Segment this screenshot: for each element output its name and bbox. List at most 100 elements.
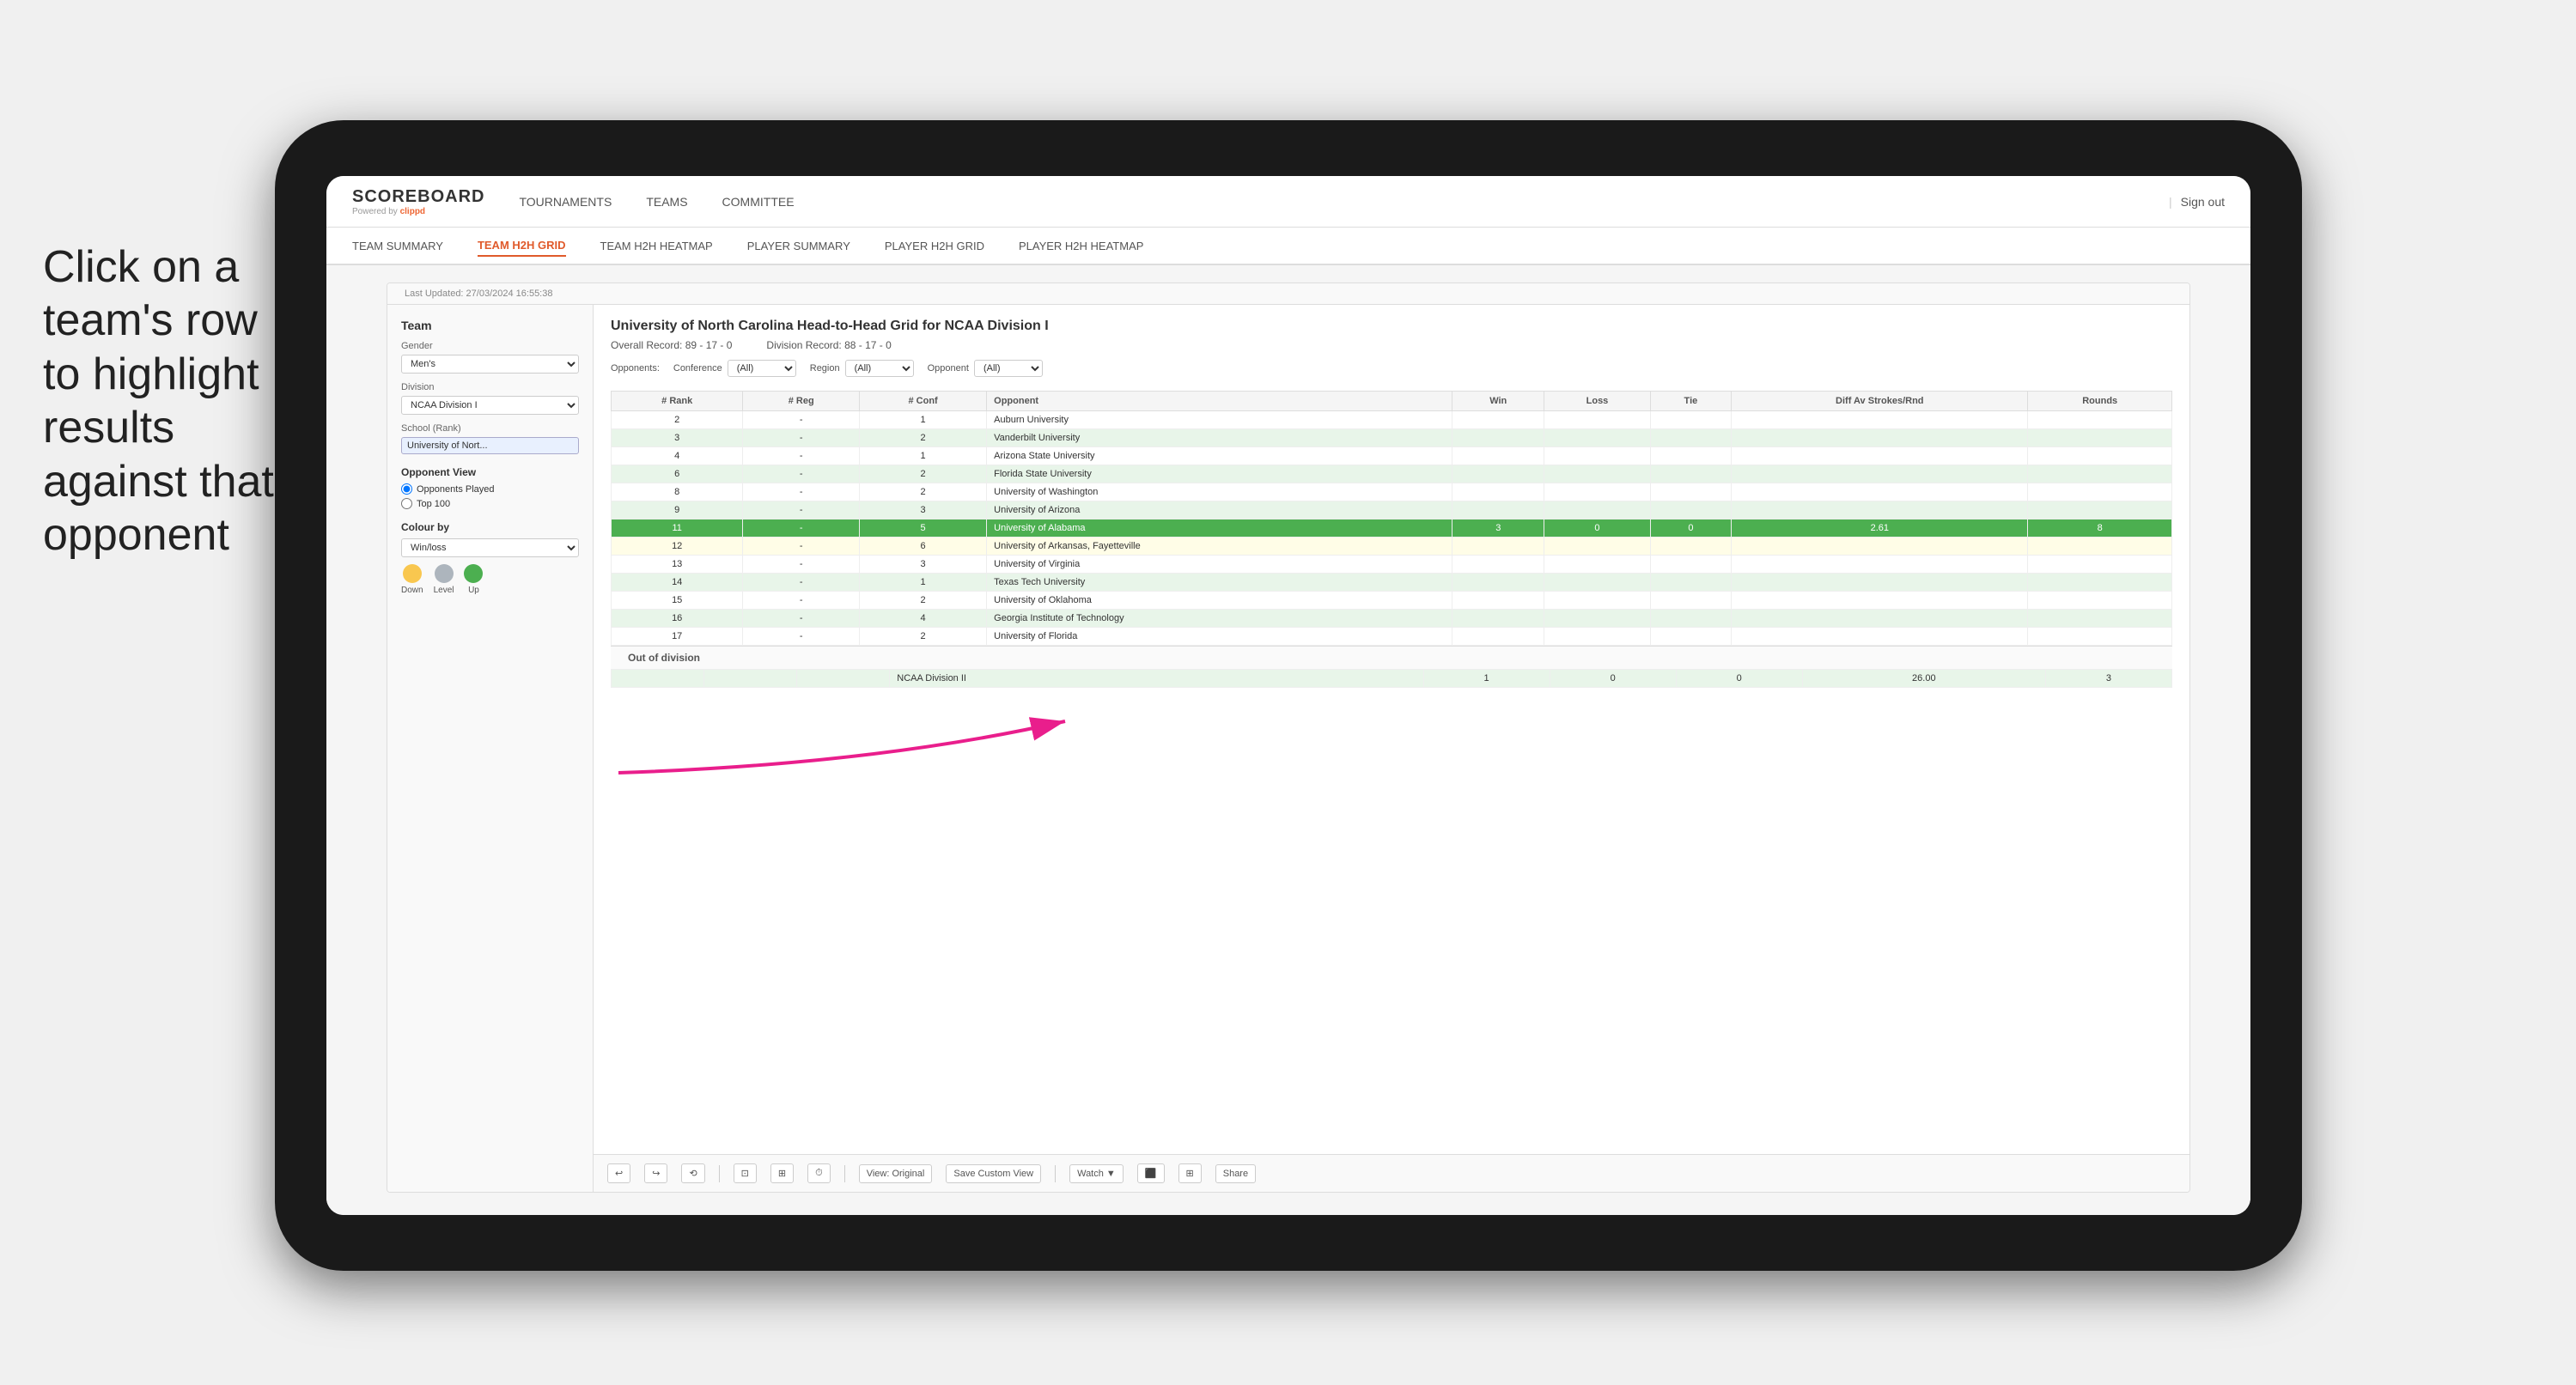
division-select[interactable]: NCAA Division I — [401, 396, 579, 415]
cell-conf: 2 — [860, 483, 987, 501]
conference-filter-label: Conference — [673, 363, 722, 374]
table-row[interactable]: 8-2University of Washington — [612, 483, 2172, 501]
table-row[interactable]: 3-2Vanderbilt University — [612, 429, 2172, 447]
cell-win — [1452, 501, 1544, 519]
overall-record: Overall Record: 89 - 17 - 0 — [611, 339, 732, 351]
toolbar-grid[interactable]: ⊞ — [770, 1163, 794, 1183]
toolbar-undo[interactable]: ↩ — [607, 1163, 630, 1183]
sub-nav-team-summary[interactable]: TEAM SUMMARY — [352, 236, 443, 256]
cell-win — [1452, 628, 1544, 646]
toolbar-sep1 — [719, 1165, 720, 1182]
sub-nav-team-h2h-grid[interactable]: TEAM H2H GRID — [478, 235, 566, 257]
sub-nav-player-h2h-heatmap[interactable]: PLAYER H2H HEATMAP — [1019, 236, 1143, 256]
cell-opponent: Texas Tech University — [987, 574, 1452, 592]
cell-tie — [1650, 592, 1732, 610]
toolbar-back[interactable]: ⟲ — [681, 1163, 704, 1183]
opponent-filter-select[interactable]: (All) — [974, 360, 1043, 377]
out-of-division-row[interactable]: NCAA Division II 1 0 0 26.00 3 — [612, 670, 2172, 688]
table-row[interactable]: 17-2University of Florida — [612, 628, 2172, 646]
cell-conf: 3 — [860, 501, 987, 519]
toolbar-save-custom[interactable]: Save Custom View — [946, 1164, 1041, 1183]
table-row[interactable]: 15-2University of Oklahoma — [612, 592, 2172, 610]
bottom-toolbar: ↩ ↪ ⟲ ⊡ ⊞ ⏱ View: Original Save Custom V… — [594, 1154, 2189, 1192]
gender-select[interactable]: Men's — [401, 355, 579, 374]
cell-conf: 3 — [860, 556, 987, 574]
table-row[interactable]: 6-2Florida State University — [612, 465, 2172, 483]
nav-committee[interactable]: COMMITTEE — [722, 191, 795, 212]
out-of-division-body: NCAA Division II 1 0 0 26.00 3 — [612, 670, 2172, 688]
cell-win — [1452, 483, 1544, 501]
table-row[interactable]: 13-3University of Virginia — [612, 556, 2172, 574]
cell-loss — [1544, 501, 1650, 519]
cell-diff — [1732, 592, 2028, 610]
table-row[interactable]: 9-3University of Arizona — [612, 501, 2172, 519]
region-filter-select[interactable]: (All) — [845, 360, 914, 377]
opponents-filter-label: Opponents: — [611, 363, 660, 374]
radio-top100[interactable]: Top 100 — [401, 498, 579, 509]
cell-rounds — [2028, 610, 2172, 628]
instruction-text: Click on a team's row to highlight resul… — [43, 240, 283, 562]
toolbar-refresh[interactable]: ⊡ — [734, 1163, 757, 1183]
cell-conf: 5 — [860, 519, 987, 538]
cell-rounds — [2028, 556, 2172, 574]
sub-nav-player-summary[interactable]: PLAYER SUMMARY — [747, 236, 850, 256]
conference-filter-select[interactable]: (All) — [728, 360, 796, 377]
out-of-division-table: NCAA Division II 1 0 0 26.00 3 — [611, 669, 2172, 688]
table-row[interactable]: 12-6University of Arkansas, Fayetteville — [612, 538, 2172, 556]
cell-reg: - — [743, 610, 860, 628]
tablet-screen: SCOREBOARD Powered by clippd TOURNAMENTS… — [326, 176, 2250, 1215]
toolbar-share[interactable]: Share — [1215, 1164, 1256, 1183]
toolbar-clock[interactable]: ⏱ — [807, 1163, 831, 1183]
logo-scoreboard: SCOREBOARD — [352, 187, 484, 207]
cell-conf: 2 — [860, 429, 987, 447]
sub-nav-player-h2h-grid[interactable]: PLAYER H2H GRID — [885, 236, 984, 256]
sign-out-button[interactable]: Sign out — [2181, 195, 2225, 209]
cell-rounds — [2028, 538, 2172, 556]
cell-rounds — [2028, 465, 2172, 483]
cell-diff — [1732, 556, 2028, 574]
table-row[interactable]: 11-5University of Alabama3002.618 — [612, 519, 2172, 538]
toolbar-icon1[interactable]: ⬛ — [1137, 1163, 1165, 1183]
radio-opponents-played[interactable]: Opponents Played — [401, 483, 579, 495]
nav-teams[interactable]: TEAMS — [646, 191, 687, 212]
toolbar-view-original[interactable]: View: Original — [859, 1164, 933, 1183]
cell-rank: 14 — [612, 574, 743, 592]
division-record: Division Record: 88 - 17 - 0 — [766, 339, 891, 351]
sub-nav-team-h2h-heatmap[interactable]: TEAM H2H HEATMAP — [600, 236, 713, 256]
cell-rank: 13 — [612, 556, 743, 574]
cell-rank: 4 — [612, 447, 743, 465]
legend-up: Up — [464, 564, 483, 595]
records-row: Overall Record: 89 - 17 - 0 Division Rec… — [611, 339, 2172, 351]
cell-win — [1452, 574, 1544, 592]
col-diff: Diff Av Strokes/Rnd — [1732, 392, 2028, 411]
cell-rank: 6 — [612, 465, 743, 483]
last-updated-bar: Last Updated: 27/03/2024 16:55:38 — [387, 283, 2189, 305]
cell-loss — [1544, 574, 1650, 592]
toolbar-watch[interactable]: Watch ▼ — [1069, 1164, 1124, 1183]
cell-opponent: Georgia Institute of Technology — [987, 610, 1452, 628]
toolbar-redo[interactable]: ↪ — [644, 1163, 667, 1183]
nav-tournaments[interactable]: TOURNAMENTS — [519, 191, 612, 212]
table-row[interactable]: 2-1Auburn University — [612, 411, 2172, 429]
toolbar-icon2[interactable]: ⊞ — [1178, 1163, 1202, 1183]
cell-conf: 1 — [860, 411, 987, 429]
cell-opponent: University of Oklahoma — [987, 592, 1452, 610]
cell-rounds — [2028, 411, 2172, 429]
ood-conf — [797, 670, 890, 688]
cell-win — [1452, 465, 1544, 483]
ood-division: NCAA Division II — [890, 670, 1423, 688]
legend-down: Down — [401, 564, 423, 595]
cell-rounds — [2028, 483, 2172, 501]
cell-loss — [1544, 429, 1650, 447]
cell-loss — [1544, 628, 1650, 646]
cell-diff — [1732, 465, 2028, 483]
tablet-device: SCOREBOARD Powered by clippd TOURNAMENTS… — [275, 120, 2302, 1271]
cell-loss — [1544, 411, 1650, 429]
colour-by-select[interactable]: Win/loss — [401, 538, 579, 557]
col-rank: # Rank — [612, 392, 743, 411]
cell-rounds — [2028, 574, 2172, 592]
table-row[interactable]: 16-4Georgia Institute of Technology — [612, 610, 2172, 628]
table-row[interactable]: 14-1Texas Tech University — [612, 574, 2172, 592]
table-row[interactable]: 4-1Arizona State University — [612, 447, 2172, 465]
col-rounds: Rounds — [2028, 392, 2172, 411]
